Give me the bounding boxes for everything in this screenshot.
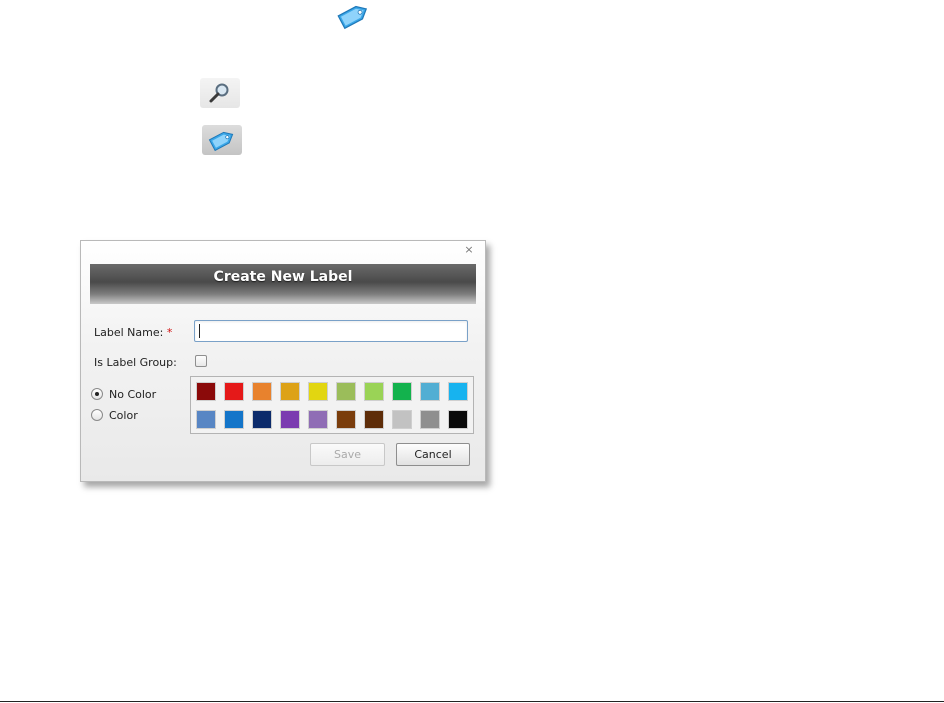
- required-mark: *: [166, 326, 173, 339]
- color-swatch[interactable]: [308, 382, 328, 401]
- dialog-title-bar: Create New Label: [90, 264, 476, 304]
- radio-no-color-label: No Color: [109, 388, 157, 401]
- color-swatch[interactable]: [196, 382, 216, 401]
- color-swatch[interactable]: [420, 410, 440, 429]
- label-name-input[interactable]: [194, 320, 468, 342]
- color-swatch[interactable]: [224, 382, 244, 401]
- color-swatch[interactable]: [392, 382, 412, 401]
- color-swatch[interactable]: [196, 410, 216, 429]
- color-swatch[interactable]: [280, 410, 300, 429]
- color-swatch[interactable]: [364, 410, 384, 429]
- label-name-label: Label Name: *: [94, 326, 172, 339]
- cancel-button[interactable]: Cancel: [396, 443, 470, 466]
- color-swatch[interactable]: [252, 410, 272, 429]
- radio-no-color[interactable]: [91, 388, 103, 400]
- magnifier-icon[interactable]: [200, 78, 240, 108]
- radio-color[interactable]: [91, 409, 103, 421]
- color-swatch[interactable]: [280, 382, 300, 401]
- create-label-dialog: × Create New Label Label Name: * Is Labe…: [80, 240, 486, 482]
- color-swatch[interactable]: [420, 382, 440, 401]
- bottom-divider: [0, 701, 944, 702]
- close-icon[interactable]: ×: [463, 244, 475, 256]
- tag-icon[interactable]: [202, 125, 242, 155]
- color-swatch[interactable]: [336, 410, 356, 429]
- top-tag-icon: [334, 0, 372, 32]
- is-label-group-checkbox[interactable]: [195, 355, 207, 367]
- text-caret: [199, 324, 200, 338]
- color-swatch[interactable]: [308, 410, 328, 429]
- radio-selected-dot: [95, 392, 99, 396]
- color-palette: [190, 376, 474, 434]
- color-swatch[interactable]: [364, 382, 384, 401]
- is-label-group-label: Is Label Group:: [94, 356, 177, 369]
- color-swatch[interactable]: [336, 382, 356, 401]
- save-button[interactable]: Save: [310, 443, 385, 466]
- radio-color-label: Color: [109, 409, 138, 422]
- label-name-text: Label Name:: [94, 326, 164, 339]
- color-swatch[interactable]: [392, 410, 412, 429]
- color-swatch[interactable]: [448, 410, 468, 429]
- color-swatch[interactable]: [252, 382, 272, 401]
- color-swatch[interactable]: [448, 382, 468, 401]
- dialog-title: Create New Label: [213, 269, 353, 285]
- color-swatch[interactable]: [224, 410, 244, 429]
